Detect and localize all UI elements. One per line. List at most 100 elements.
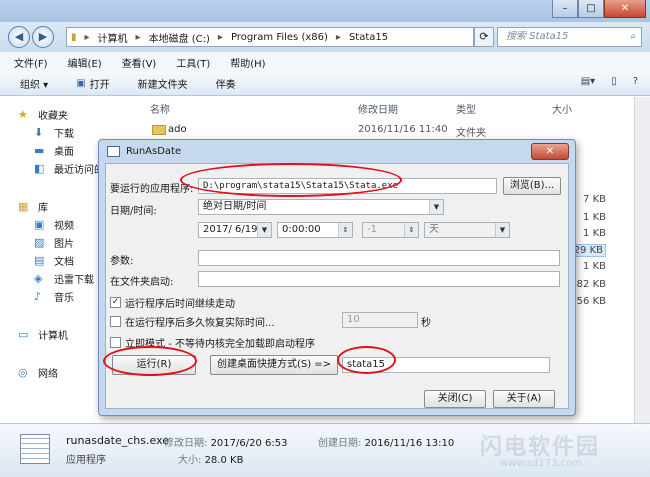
dialog-close-button[interactable]: ✕ bbox=[531, 143, 569, 160]
breadcrumb-computer[interactable]: 计算机 bbox=[98, 30, 128, 45]
nav-downloads[interactable]: ⬇ 下载 bbox=[34, 125, 74, 140]
breadcrumb-stata15[interactable]: Stata15 bbox=[349, 32, 388, 43]
file-type: 文件夹 bbox=[456, 128, 486, 139]
nav-desktop[interactable]: ▬ 桌面 bbox=[34, 143, 74, 158]
close-window-button[interactable]: ✕ bbox=[604, 0, 646, 18]
datetime-mode-value: 绝对日期/时间 bbox=[203, 201, 267, 212]
menu-edit[interactable]: 编辑(E) bbox=[68, 55, 102, 70]
offset-input[interactable]: -1 ⇕ bbox=[362, 222, 419, 238]
nav-pictures-label: 图片 bbox=[54, 239, 74, 250]
create-shortcut-button[interactable]: 创建桌面快捷方式(S) => bbox=[210, 355, 338, 375]
dialog-title-bar: RunAsDate ✕ bbox=[99, 140, 575, 163]
offset-unit-value: 天 bbox=[429, 224, 439, 235]
nav-music[interactable]: ♪ 音乐 bbox=[34, 289, 74, 304]
nav-favorites-label: 收藏夹 bbox=[38, 111, 68, 122]
menu-view[interactable]: 查看(V) bbox=[122, 55, 157, 70]
nav-computer[interactable]: ▭ 计算机 bbox=[18, 327, 68, 342]
new-folder-button[interactable]: 新建文件夹 bbox=[138, 76, 188, 91]
maximize-button[interactable]: □ bbox=[578, 0, 604, 18]
desktop-icon: ▬ bbox=[34, 144, 45, 157]
offset-value: -1 bbox=[367, 224, 377, 235]
nav-documents[interactable]: ▤ 文档 bbox=[34, 253, 74, 268]
nav-desktop-label: 桌面 bbox=[54, 147, 74, 158]
preview-pane-icon[interactable]: ▯ bbox=[611, 76, 617, 87]
opt-restore-time-label: 在运行程序后多久恢复实际时间... bbox=[125, 318, 275, 329]
close-button[interactable]: 关闭(C) bbox=[424, 390, 486, 408]
forward-button[interactable]: ▶ bbox=[32, 26, 54, 48]
opt-restore-time[interactable]: 在运行程序后多久恢复实际时间... bbox=[110, 314, 275, 329]
opt-time-continues-label: 运行程序后时间继续走动 bbox=[125, 299, 235, 310]
share-label: 伴奏 bbox=[215, 80, 236, 91]
column-header-modified[interactable]: 修改日期 bbox=[358, 101, 398, 116]
nav-pictures[interactable]: ▨ 图片 bbox=[34, 235, 74, 250]
checkbox-checked[interactable]: ✓ bbox=[110, 297, 121, 308]
chevron-right-icon: ▸ bbox=[217, 31, 223, 43]
restore-seconds-input[interactable]: 10 bbox=[342, 312, 418, 328]
nav-videos[interactable]: ▣ 视频 bbox=[34, 217, 74, 232]
checkbox-unchecked[interactable] bbox=[110, 316, 121, 327]
view-options-icon[interactable]: ▤▾ bbox=[581, 76, 595, 87]
params-input[interactable] bbox=[198, 250, 560, 266]
spin-icon: ⇕ bbox=[338, 223, 352, 237]
startdir-input[interactable] bbox=[198, 271, 560, 287]
opt-immediate-mode[interactable]: 立即模式 - 不等待内核完全加载即启动程序 bbox=[110, 335, 315, 350]
seconds-label: 秒 bbox=[421, 318, 431, 329]
datetime-label: 日期/时间: bbox=[110, 206, 157, 217]
opt-time-continues[interactable]: ✓ 运行程序后时间继续走动 bbox=[110, 295, 235, 310]
chevron-down-icon: ▼ bbox=[429, 200, 443, 214]
navigation-bar: ◀ ▶ ▮ ▸ 计算机 ▸ 本地磁盘 (C:) ▸ Program Files … bbox=[0, 22, 650, 52]
file-size: 1 KB bbox=[583, 212, 606, 223]
app-path-label: 要运行的应用程序: bbox=[110, 184, 194, 195]
menu-tools[interactable]: 工具(T) bbox=[176, 55, 210, 70]
open-label: 打开 bbox=[89, 80, 110, 91]
breadcrumb-local-disk[interactable]: 本地磁盘 (C:) bbox=[149, 30, 210, 45]
shortcut-name-input[interactable]: stata15 bbox=[342, 357, 550, 373]
download-folder-icon: ⬇ bbox=[34, 126, 44, 139]
offset-unit-select[interactable]: 天 ▼ bbox=[424, 222, 510, 238]
nav-recent[interactable]: ◧ 最近访问的 bbox=[34, 161, 104, 176]
about-button[interactable]: 关于(A) bbox=[493, 390, 555, 408]
column-header-name[interactable]: 名称 bbox=[150, 101, 170, 116]
datetime-mode-select[interactable]: 绝对日期/时间 ▼ bbox=[198, 199, 444, 215]
help-icon[interactable]: ? bbox=[633, 76, 638, 87]
details-created-label: 创建日期: bbox=[318, 438, 362, 449]
back-button[interactable]: ◀ bbox=[8, 26, 30, 48]
search-input[interactable]: 搜索 Stata15 ⌕ bbox=[497, 27, 642, 47]
breadcrumb-program-files[interactable]: Program Files (x86) bbox=[231, 32, 328, 43]
details-file-name: runasdate_chs.exe bbox=[66, 434, 170, 447]
details-created: 创建日期: 2016/11/16 13:10 bbox=[318, 434, 454, 449]
menu-help[interactable]: 帮助(H) bbox=[230, 55, 265, 70]
search-placeholder: 搜索 Stata15 bbox=[506, 31, 569, 42]
search-icon: ⌕ bbox=[630, 31, 636, 42]
date-picker[interactable]: 2017/ 6/19 ▼ bbox=[198, 222, 272, 238]
dialog-title: RunAsDate bbox=[126, 146, 182, 157]
library-icon: ▦ bbox=[18, 200, 29, 213]
file-size: 1 KB bbox=[583, 261, 606, 272]
column-header-size[interactable]: 大小 bbox=[552, 101, 572, 116]
app-path-input[interactable]: D:\program\stata15\Stata15\Stata.exe bbox=[198, 178, 497, 194]
watermark-url: www.sd173.com bbox=[500, 458, 582, 469]
nav-favorites[interactable]: ★ 收藏夹 bbox=[18, 107, 68, 122]
checkbox-unchecked[interactable] bbox=[110, 337, 121, 348]
open-button[interactable]: ▣ 打开 bbox=[76, 76, 109, 91]
share-button[interactable]: 伴奏 bbox=[216, 76, 236, 91]
music-icon: ♪ bbox=[34, 290, 42, 303]
nav-libraries[interactable]: ▦ 库 bbox=[18, 199, 48, 214]
file-name[interactable]: ado bbox=[168, 124, 187, 135]
menu-file[interactable]: 文件(F) bbox=[14, 55, 48, 70]
nav-thunder-label: 迅雷下载 bbox=[54, 275, 94, 286]
details-file-type: 应用程序 bbox=[66, 455, 106, 466]
nav-network[interactable]: ◎ 网络 bbox=[18, 365, 58, 380]
vertical-scrollbar[interactable] bbox=[634, 97, 650, 423]
minimize-button[interactable]: – bbox=[552, 0, 578, 18]
browse-button[interactable]: 浏览(B)... bbox=[503, 177, 561, 195]
organize-button[interactable]: 组织 ▾ bbox=[20, 76, 48, 91]
refresh-button[interactable]: ⟳ bbox=[474, 27, 494, 47]
nav-thunder-downloads[interactable]: ◈ 迅雷下载 bbox=[34, 271, 94, 286]
address-bar[interactable]: ▮ ▸ 计算机 ▸ 本地磁盘 (C:) ▸ Program Files (x86… bbox=[66, 27, 474, 47]
column-header-type[interactable]: 类型 bbox=[456, 101, 476, 116]
nav-network-label: 网络 bbox=[38, 369, 58, 380]
window-controls: – □ ✕ bbox=[552, 0, 646, 18]
time-picker[interactable]: 0:00:00 ⇕ bbox=[277, 222, 353, 238]
run-button[interactable]: 运行(R) bbox=[112, 355, 196, 375]
